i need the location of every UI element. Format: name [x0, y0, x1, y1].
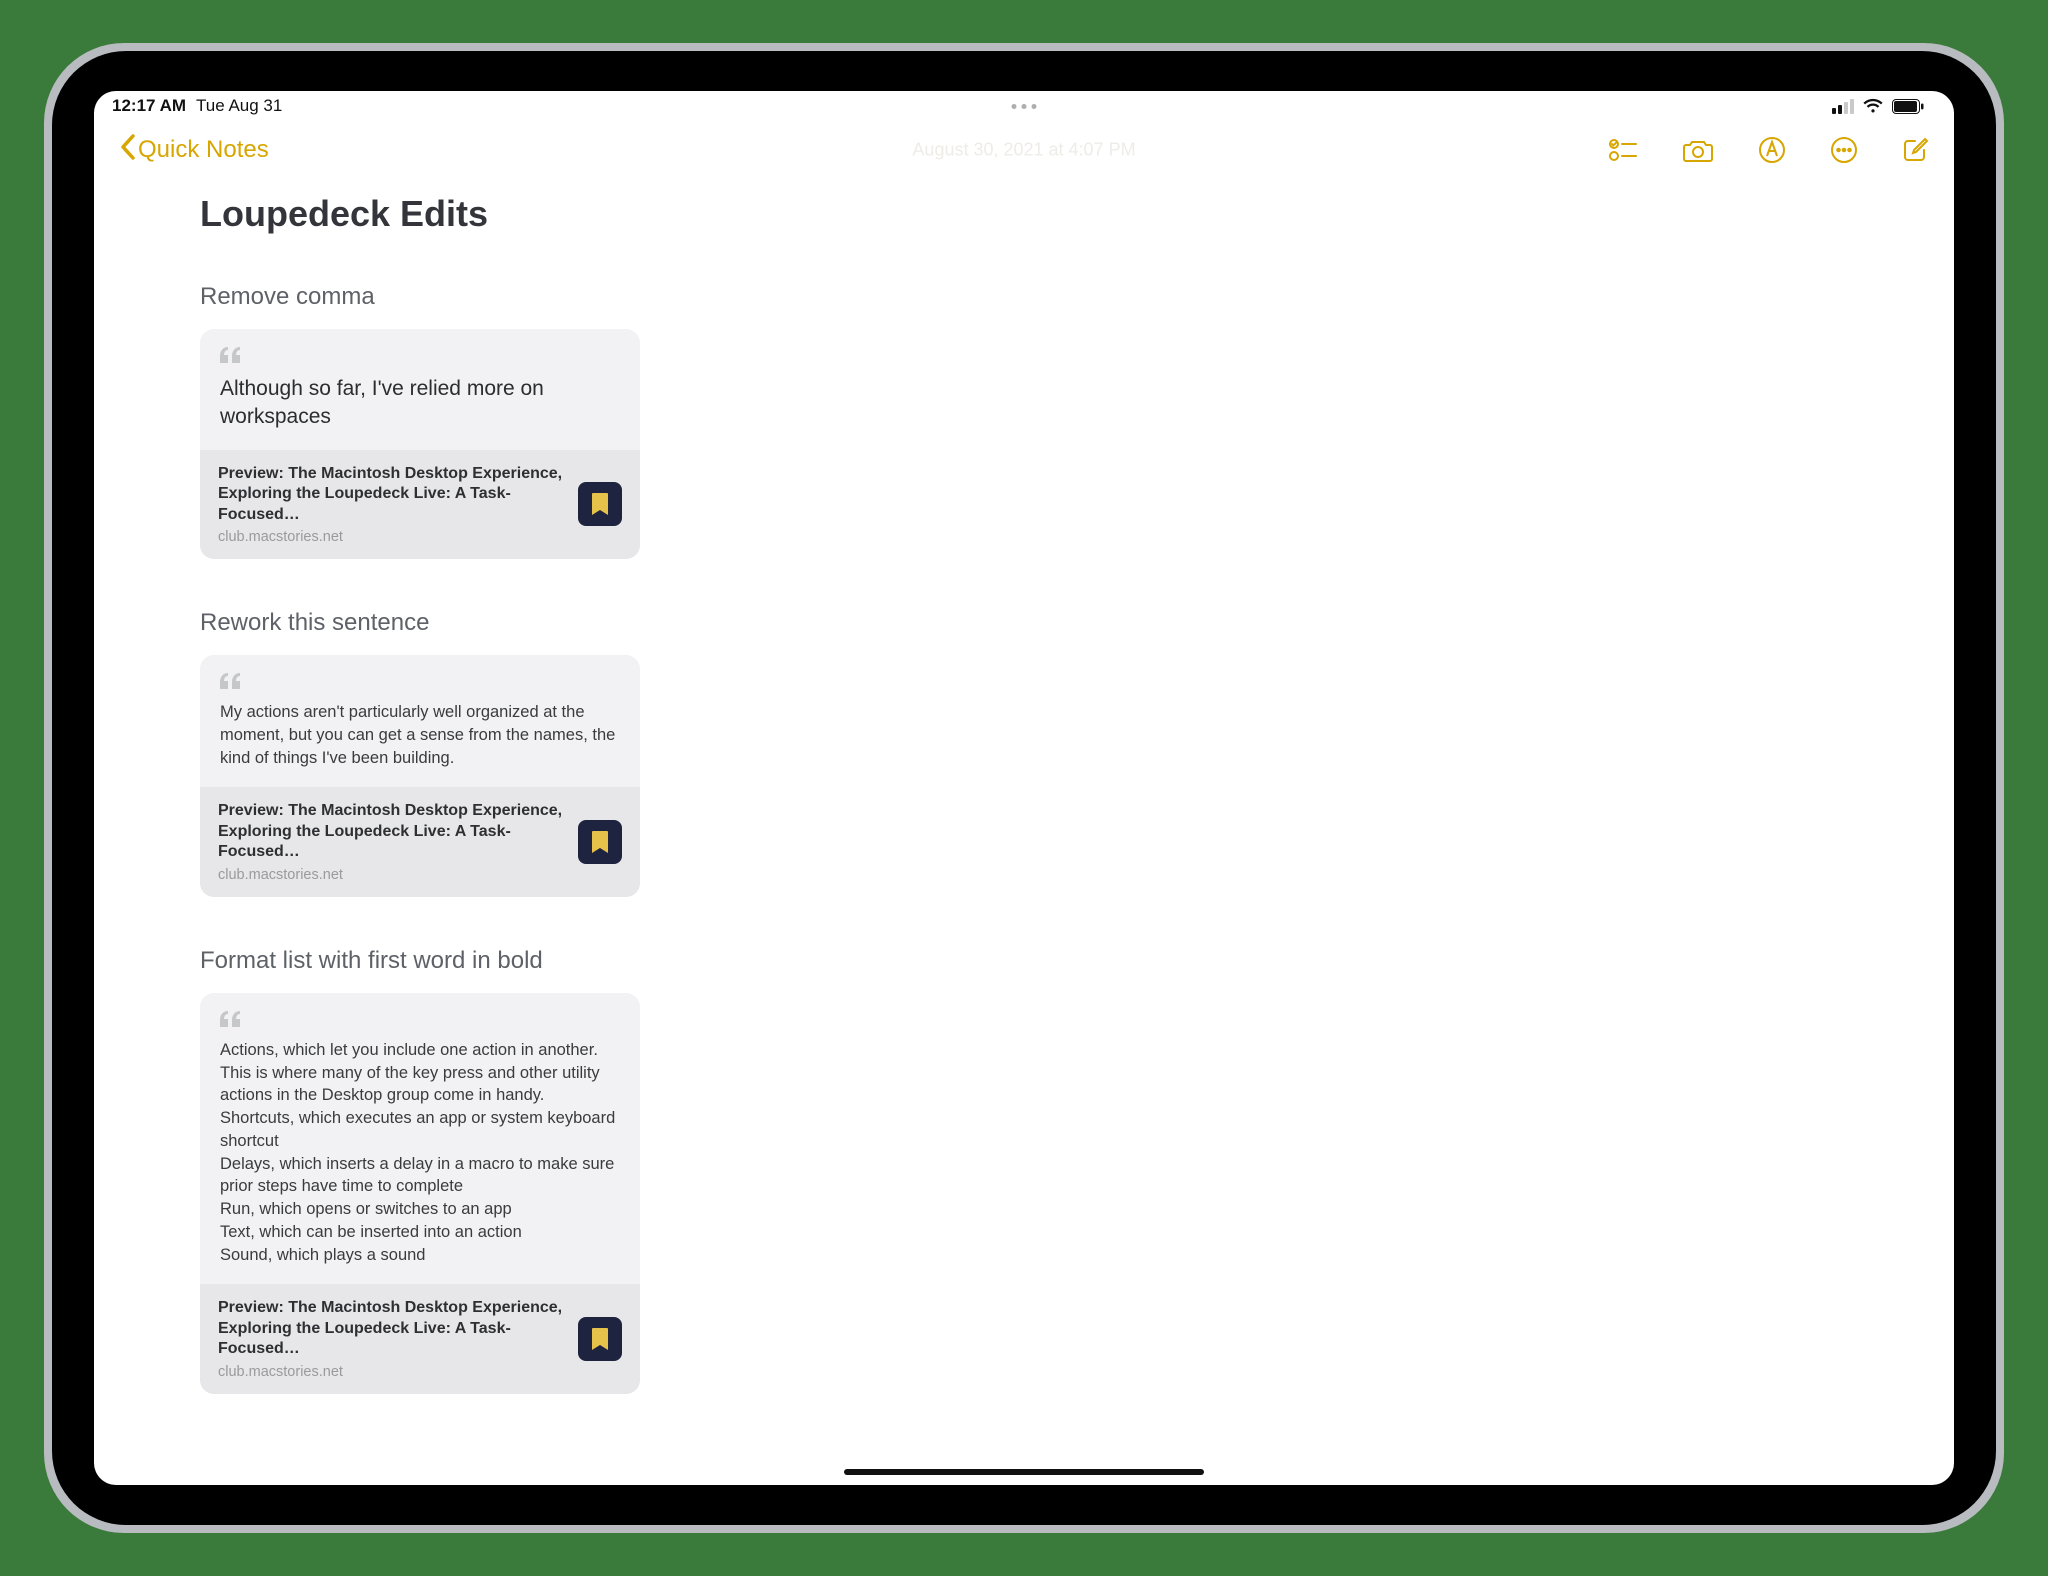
back-button[interactable]: Quick Notes	[118, 133, 269, 168]
link-domain: club.macstories.net	[218, 529, 564, 545]
link-title: Preview: The Macintosh Desktop Experienc…	[218, 801, 564, 862]
compose-icon[interactable]	[1902, 136, 1930, 164]
wifi-icon	[1862, 98, 1884, 114]
screen: 12:17 AM Tue Aug 31	[94, 91, 1954, 1485]
quote-icon	[220, 1011, 620, 1027]
link-card[interactable]: Actions, which let you include one actio…	[200, 993, 640, 1394]
note-section: Rework this sentence My actions aren't p…	[200, 609, 1848, 897]
bookmark-icon	[578, 482, 622, 526]
note-content[interactable]: Loupedeck Edits Remove comma Although so…	[94, 179, 1954, 1485]
ipad-frame: 12:17 AM Tue Aug 31	[44, 43, 2004, 1533]
link-strip[interactable]: Preview: The Macintosh Desktop Experienc…	[200, 787, 640, 896]
cellular-icon	[1832, 99, 1854, 114]
note-section: Remove comma Although so far, I've relie…	[200, 283, 1848, 559]
status-bar: 12:17 AM Tue Aug 31	[94, 91, 1954, 121]
nav-bar: Quick Notes August 30, 2021 at 4:07 PM	[94, 121, 1954, 179]
ipad-bezel: 12:17 AM Tue Aug 31	[52, 51, 1996, 1525]
link-domain: club.macstories.net	[218, 1364, 564, 1380]
battery-icon	[1892, 99, 1924, 114]
link-title: Preview: The Macintosh Desktop Experienc…	[218, 464, 564, 525]
home-indicator[interactable]	[844, 1469, 1204, 1475]
link-card[interactable]: My actions aren't particularly well orga…	[200, 655, 640, 897]
link-card[interactable]: Although so far, I've relied more on wor…	[200, 329, 640, 559]
note-title: Loupedeck Edits	[200, 193, 1848, 235]
quote-text: Actions, which let you include one actio…	[220, 1039, 620, 1267]
checklist-icon[interactable]	[1608, 137, 1638, 163]
multitask-dots[interactable]	[1012, 104, 1037, 109]
status-time: 12:17 AM	[112, 96, 186, 116]
link-domain: club.macstories.net	[218, 867, 564, 883]
quote-icon	[220, 347, 620, 363]
link-strip[interactable]: Preview: The Macintosh Desktop Experienc…	[200, 450, 640, 559]
camera-icon[interactable]	[1682, 137, 1714, 163]
markup-icon[interactable]	[1758, 136, 1786, 164]
section-heading: Format list with first word in bold	[200, 947, 1848, 975]
more-icon[interactable]	[1830, 136, 1858, 164]
chevron-left-icon	[118, 133, 136, 168]
back-label: Quick Notes	[138, 136, 269, 164]
quote-icon	[220, 673, 620, 689]
note-section: Format list with first word in bold Acti…	[200, 947, 1848, 1394]
link-strip[interactable]: Preview: The Macintosh Desktop Experienc…	[200, 1284, 640, 1393]
status-date: Tue Aug 31	[196, 96, 282, 116]
section-heading: Remove comma	[200, 283, 1848, 311]
bookmark-icon	[578, 820, 622, 864]
section-heading: Rework this sentence	[200, 609, 1848, 637]
bookmark-icon	[578, 1317, 622, 1361]
quote-text: My actions aren't particularly well orga…	[220, 701, 620, 769]
note-modified-date: August 30, 2021 at 4:07 PM	[912, 140, 1135, 161]
quote-text: Although so far, I've relied more on wor…	[220, 375, 620, 432]
link-title: Preview: The Macintosh Desktop Experienc…	[218, 1298, 564, 1359]
